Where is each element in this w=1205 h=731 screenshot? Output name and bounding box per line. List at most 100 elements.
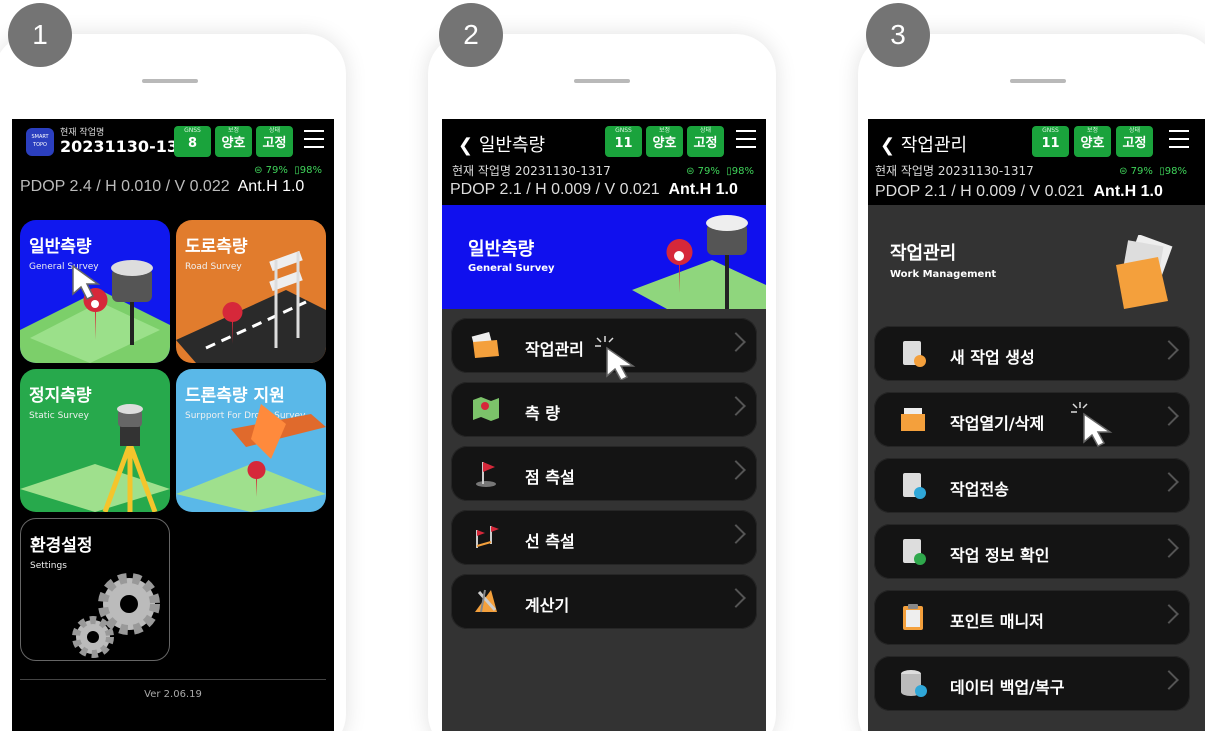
chevron-right-icon	[726, 460, 746, 480]
battery-status: ⊜ 79% ▯98%	[686, 166, 754, 177]
banner-title: 작업관리	[890, 243, 957, 264]
hamburger-menu-icon[interactable]	[304, 130, 324, 148]
tile-settings[interactable]: 환경설정 Settings	[20, 518, 170, 661]
step-marker-3: 3	[866, 3, 930, 67]
info-document-icon	[903, 539, 926, 565]
calculator-tools-icon	[475, 589, 497, 613]
battery-status: ⊜ 79% ▯98%	[1119, 166, 1187, 177]
cursor-icon	[595, 336, 636, 380]
menu-item-job-management[interactable]: 작업관리	[451, 318, 757, 380]
version-label: Ver 2.06.19	[144, 689, 202, 700]
menu-item-new-job[interactable]: 새 작업 생성	[874, 326, 1190, 381]
correction-badge: 보정 양호	[215, 126, 252, 157]
road-icon	[176, 250, 326, 363]
map-icon	[473, 397, 499, 421]
banner-subtitle: Work Management	[890, 269, 997, 280]
chevron-right-icon	[726, 332, 746, 352]
chevron-right-icon	[1159, 670, 1179, 690]
tile-road-survey[interactable]: 도로측량 Road Survey	[176, 220, 326, 363]
menu-item-line-stakeout[interactable]: 선 측설	[451, 510, 757, 565]
section-banner: 일반측량 General Survey	[442, 205, 766, 309]
cursor-icon	[1071, 402, 1113, 447]
menu-item-label: 새 작업 생성	[950, 348, 1035, 367]
chevron-right-icon	[726, 588, 746, 608]
menu-item-label: 데이터 백업/복구	[950, 678, 1065, 697]
status-header: ❮ 작업관리 GNSS 11 보정 양호 상태 고정 현재 작업명 20231130-…	[868, 119, 1205, 205]
menu-item-point-manager[interactable]: 포인트 매니저	[874, 590, 1190, 645]
tile-general-survey[interactable]: 일반측량 General Survey	[20, 220, 170, 363]
menu-item-job-info[interactable]: 작업 정보 확인	[874, 524, 1190, 579]
state-badge: 상태 고정	[687, 126, 724, 157]
folder-icon	[1116, 235, 1173, 309]
menu-item-label: 선 측설	[525, 532, 575, 551]
menu-item-label: 작업 정보 확인	[950, 546, 1050, 565]
dop-readout: PDOP 2.4 / H 0.010 / V 0.022 Ant.H 1.0	[20, 178, 305, 195]
menu-item-point-stakeout[interactable]: 점 측설	[451, 446, 757, 501]
back-button[interactable]: ❮ 작업관리	[880, 131, 967, 157]
chevron-left-icon: ❮	[458, 135, 474, 156]
status-header: ❮ 일반측량 GNSS 11 보정 양호 상태 고정 현재 작업명 20231130-…	[442, 119, 766, 205]
drone-icon	[176, 404, 326, 512]
screen-home: SMART TOPO 현재 작업명 20231130-1317 GNSS 8 보정…	[12, 119, 334, 731]
gnss-badge: GNSS 11	[605, 126, 642, 157]
gear-icon	[72, 573, 160, 658]
menu-item-label: 포인트 매니저	[950, 612, 1044, 631]
step-marker-2: 2	[439, 3, 503, 67]
menu-item-calculator[interactable]: 계산기	[451, 574, 757, 629]
state-badge: 상태 고정	[256, 126, 293, 157]
menu-item-label: 계산기	[525, 596, 570, 615]
menu-item-survey[interactable]: 측 량	[451, 382, 757, 437]
menu-item-data-backup[interactable]: 데이터 백업/복구	[874, 656, 1190, 711]
chevron-right-icon	[1159, 472, 1179, 492]
flags-icon	[476, 526, 499, 548]
database-icon	[901, 670, 927, 697]
menu-item-transfer-job[interactable]: 작업전송	[874, 458, 1190, 513]
tile-static-survey[interactable]: 정지측량 Static Survey	[20, 369, 170, 512]
menu-item-label: 측 량	[525, 404, 561, 423]
folder-icon	[901, 408, 925, 431]
chevron-right-icon	[726, 524, 746, 544]
app-logo-icon: SMART TOPO	[26, 128, 54, 156]
chevron-right-icon	[1159, 538, 1179, 558]
cursor-icon	[72, 264, 101, 301]
chevron-right-icon	[1159, 406, 1179, 426]
step-marker-1: 1	[8, 3, 72, 67]
phone-speaker	[1010, 79, 1066, 83]
battery-status: ⊜ 79% ▯98%	[254, 165, 322, 176]
job-line: 현재 작업명 20231130-1317	[875, 164, 1034, 178]
tile-drone-survey[interactable]: 드론측량 지원 Surpport For Drone Survey	[176, 369, 326, 512]
chevron-left-icon: ❮	[880, 135, 896, 156]
phone-speaker	[142, 79, 198, 83]
back-button[interactable]: ❮ 일반측량	[458, 131, 545, 157]
chevron-right-icon	[1159, 604, 1179, 624]
banner-title: 일반측량	[468, 239, 535, 260]
gnss-badge: GNSS 8	[174, 126, 211, 157]
menu-item-open-delete-job[interactable]: 작업열기/삭제	[874, 392, 1190, 447]
folder-icon	[471, 332, 499, 358]
menu-item-label: 점 측설	[525, 468, 575, 487]
correction-badge: 보정 양호	[646, 126, 683, 157]
flag-icon	[476, 462, 496, 487]
dop-readout: PDOP 2.1 / H 0.009 / V 0.021 Ant.H 1.0	[450, 181, 738, 198]
clipboard-icon	[903, 604, 923, 630]
menu-item-label: 작업관리	[525, 340, 584, 359]
new-document-icon	[903, 341, 926, 367]
correction-badge: 보정 양호	[1074, 126, 1111, 157]
tutorial-canvas: 1 2 3 SMART TOPO 현재 작업명 20231130-1317 GN…	[0, 0, 1205, 731]
gnss-receiver-icon	[632, 215, 766, 309]
divider	[20, 679, 326, 680]
screen-job-management: ❮ 작업관리 GNSS 11 보정 양호 상태 고정 현재 작업명 20231130-…	[868, 119, 1205, 731]
state-badge: 상태 고정	[1116, 126, 1153, 157]
screen-general-survey: ❮ 일반측량 GNSS 11 보정 양호 상태 고정 현재 작업명 20231130-…	[442, 119, 766, 731]
menu-item-label: 작업전송	[950, 480, 1009, 499]
dop-readout: PDOP 2.1 / H 0.009 / V 0.021 Ant.H 1.0	[875, 183, 1163, 200]
status-header: SMART TOPO 현재 작업명 20231130-1317 GNSS 8 보정…	[12, 119, 334, 205]
hamburger-menu-icon[interactable]	[736, 130, 756, 148]
transfer-document-icon	[903, 473, 926, 499]
tripod-icon	[20, 404, 170, 512]
menu-item-label: 작업열기/삭제	[950, 414, 1045, 433]
chevron-right-icon	[1159, 340, 1179, 360]
gnss-badge: GNSS 11	[1032, 126, 1069, 157]
banner-subtitle: General Survey	[468, 263, 555, 274]
hamburger-menu-icon[interactable]	[1169, 130, 1189, 148]
